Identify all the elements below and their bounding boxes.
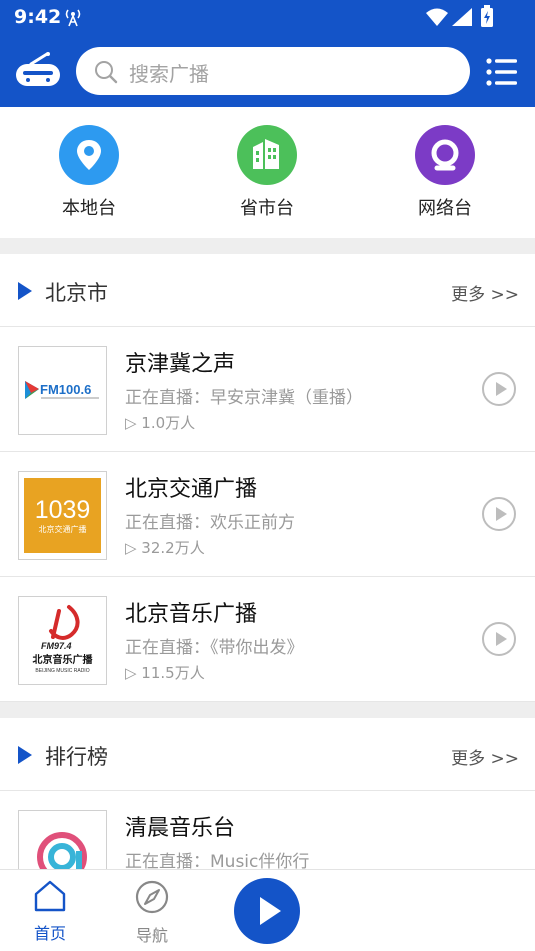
tab-navigation[interactable]: 导航 — [122, 880, 182, 946]
logo-text: FM100.6 — [40, 382, 91, 397]
more-link[interactable]: 更多 >> — [451, 280, 519, 305]
search-icon — [95, 61, 118, 84]
category-local[interactable]: 本地台 — [44, 125, 134, 220]
listener-count: ▷ 11.5万人 — [125, 664, 205, 682]
section-ranking: 排行榜 更多 >> 清晨音乐台 正在直播：Music伴你行 — [0, 718, 535, 869]
live-program: 正在直播：欢乐正前方 — [125, 513, 295, 533]
station-logo: FM100.6 — [18, 346, 107, 435]
category-label: 本地台 — [62, 198, 116, 219]
section-arrow-icon — [18, 282, 32, 300]
list-item[interactable]: 清晨音乐台 正在直播：Music伴你行 — [0, 791, 535, 869]
compass-icon — [135, 880, 169, 914]
station-name: 北京音乐广播 — [125, 602, 258, 627]
section-beijing: 北京市 更多 >> FM100.6 京津冀之声 正在直播：早安京津冀（重播） ▷… — [0, 254, 535, 702]
status-time: 9:42 — [14, 6, 62, 28]
category-row: 本地台 省市台 网络台 — [0, 107, 535, 238]
live-program: 正在直播：早安京津冀（重播） — [125, 388, 363, 408]
home-icon — [34, 880, 66, 912]
station-logo: FM97.4 北京音乐广播 BEIJING MUSIC RADIO — [18, 596, 107, 685]
signal-icon — [452, 8, 472, 26]
logo-subtext: 北京交通广播 — [39, 524, 87, 534]
category-province[interactable]: 省市台 — [222, 125, 312, 220]
search-bar[interactable]: 搜索广播 — [76, 47, 470, 95]
logo-text: FM97.4 — [41, 641, 72, 651]
section-header: 排行榜 更多 >> — [0, 718, 535, 791]
list-item[interactable]: FM97.4 北京音乐广播 BEIJING MUSIC RADIO 北京音乐广播… — [0, 577, 535, 702]
station-logo: 1039 北京交通广播 — [18, 471, 107, 560]
tab-home[interactable]: 首页 — [20, 880, 80, 944]
station-name: 京津冀之声 — [125, 352, 236, 377]
logo-subtext: 北京音乐广播 — [33, 653, 94, 666]
section-title: 北京市 — [45, 281, 108, 305]
list-item[interactable]: 1039 北京交通广播 北京交通广播 正在直播：欢乐正前方 ▷ 32.2万人 — [0, 452, 535, 577]
location-pin-icon — [59, 125, 119, 185]
radio-icon[interactable] — [15, 52, 61, 92]
play-icon[interactable] — [482, 497, 516, 531]
top-bar: 搜索广播 — [0, 36, 535, 107]
tab-label: 首页 — [33, 924, 66, 943]
logo-text: 1039 — [35, 496, 91, 524]
listener-count: ▷ 1.0万人 — [125, 414, 196, 432]
menu-list-icon[interactable] — [486, 58, 518, 86]
main-play-button[interactable] — [234, 878, 300, 944]
search-placeholder: 搜索广播 — [129, 62, 209, 86]
listener-count: ▷ 32.2万人 — [125, 539, 205, 557]
category-network[interactable]: 网络台 — [400, 125, 490, 220]
live-program: 正在直播：Music伴你行 — [125, 852, 310, 869]
station-logo — [18, 810, 107, 869]
tab-label: 导航 — [135, 926, 168, 945]
hotspot-icon — [65, 9, 81, 27]
battery-icon — [481, 5, 493, 27]
wifi-icon — [426, 8, 448, 26]
network-q-icon — [415, 125, 475, 185]
logo-en-text: BEIJING MUSIC RADIO — [35, 668, 89, 674]
station-name: 北京交通广播 — [125, 477, 258, 502]
category-label: 省市台 — [240, 198, 294, 219]
more-link[interactable]: 更多 >> — [451, 744, 519, 769]
section-arrow-icon — [18, 746, 32, 764]
section-header: 北京市 更多 >> — [0, 254, 535, 327]
status-bar: 9:42 — [0, 0, 535, 36]
station-name: 清晨音乐台 — [125, 816, 236, 841]
section-title: 排行榜 — [45, 745, 108, 769]
list-item[interactable]: FM100.6 京津冀之声 正在直播：早安京津冀（重播） ▷ 1.0万人 — [0, 327, 535, 452]
play-icon[interactable] — [482, 372, 516, 406]
building-icon — [237, 125, 297, 185]
live-program: 正在直播：《带你出发》 — [125, 638, 304, 658]
bottom-nav: 首页 导航 — [0, 869, 535, 951]
play-icon[interactable] — [482, 622, 516, 656]
category-label: 网络台 — [418, 198, 472, 219]
